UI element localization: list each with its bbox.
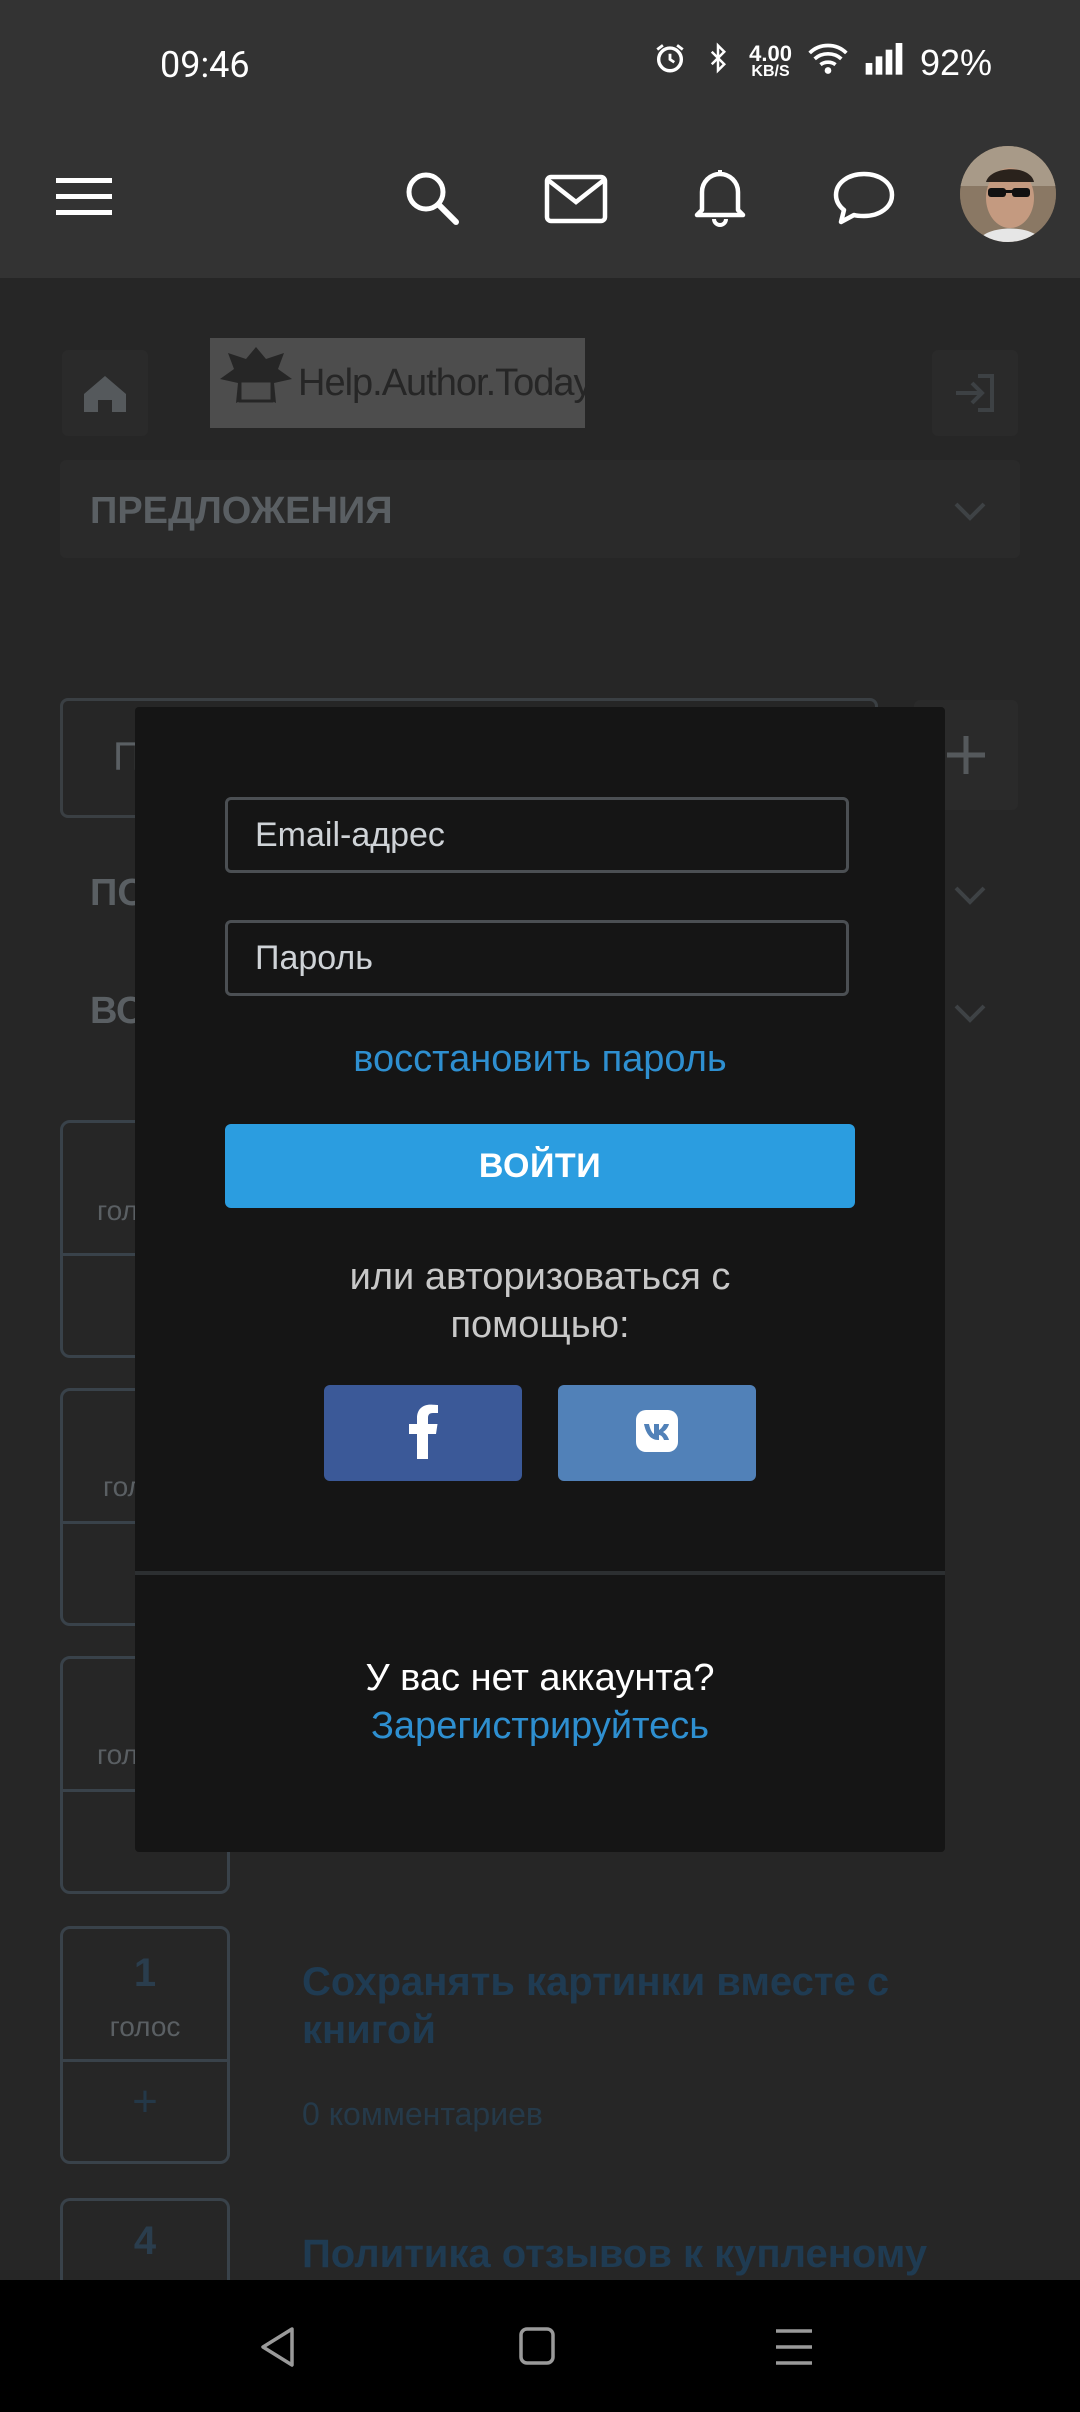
chat-icon[interactable]	[832, 170, 896, 231]
site-logo[interactable]: Help.Author.Today	[210, 338, 593, 428]
dialog-divider	[135, 1571, 945, 1575]
facebook-icon	[406, 1403, 440, 1464]
chevron-down-icon	[950, 490, 990, 535]
register-link[interactable]: Зарегистрируйтесь	[135, 1705, 945, 1748]
password-field[interactable]: Пароль	[225, 920, 849, 996]
vk-login-button[interactable]	[558, 1385, 756, 1481]
chevron-down-icon	[950, 874, 990, 919]
login-button[interactable]: ВОЙТИ	[225, 1124, 855, 1208]
app-bar	[0, 136, 1080, 278]
vk-icon	[635, 1409, 679, 1458]
item-title-link[interactable]: Политика отзывов к купленому	[302, 2230, 1022, 2278]
logo-emblem-icon	[214, 341, 298, 426]
system-nav-bar	[0, 2280, 1080, 2412]
home-button[interactable]	[62, 350, 148, 436]
net-speed: 4.00 KB/S	[749, 40, 792, 80]
item-title-link[interactable]: Сохранять картинки вместе с книгой	[302, 1958, 982, 2054]
signal-icon	[864, 41, 904, 84]
menu-icon[interactable]	[54, 174, 114, 225]
back-icon[interactable]	[258, 2326, 298, 2373]
home-icon[interactable]	[518, 2326, 556, 2371]
status-icons: 4.00 KB/S 92%	[653, 40, 992, 85]
alarm-icon	[653, 41, 687, 84]
search-icon[interactable]	[402, 168, 462, 233]
section-dropdown[interactable]: ПРЕДЛОЖЕНИЯ	[60, 460, 1020, 558]
restore-password-link[interactable]: восстановить пароль	[135, 1038, 945, 1081]
status-time: 09:46	[160, 44, 250, 86]
vote-divider	[63, 2059, 227, 2062]
recents-menu-icon[interactable]	[774, 2328, 814, 2371]
chevron-down-icon	[950, 992, 990, 1037]
email-field[interactable]: Email-адрес	[225, 797, 849, 873]
login-icon[interactable]	[932, 350, 1018, 436]
bell-icon[interactable]	[692, 164, 748, 233]
mail-icon[interactable]	[544, 174, 608, 231]
wifi-icon	[808, 41, 848, 84]
login-dialog: Email-адрес Пароль восстановить пароль В…	[135, 707, 945, 1852]
facebook-login-button[interactable]	[324, 1385, 522, 1481]
no-account-text: У вас нет аккаунта?	[365, 1657, 715, 1699]
item-comments[interactable]: 0 комментариев	[302, 2096, 543, 2133]
alt-auth-text: или авторизоваться с помощью:	[349, 1256, 731, 1346]
status-bar: 09:46 4.00 KB/S 92%	[0, 0, 1080, 136]
battery-percent: 92%	[919, 41, 992, 83]
bluetooth-icon	[703, 40, 733, 85]
vote-card[interactable]: 1 голос +	[60, 1926, 230, 2164]
upvote-button[interactable]: +	[63, 2077, 227, 2127]
avatar[interactable]	[960, 146, 1056, 242]
